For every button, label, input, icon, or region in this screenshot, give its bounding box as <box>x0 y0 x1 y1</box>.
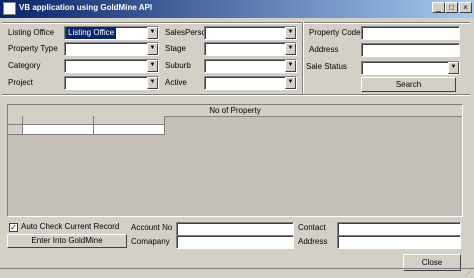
address-filter-input[interactable] <box>361 43 460 57</box>
project-label: Project <box>8 78 33 87</box>
listing-office-value: Listing Office <box>66 27 117 39</box>
dropdown-arrow-icon[interactable]: ▼ <box>147 77 158 89</box>
property-type-label: Property Type <box>8 44 58 53</box>
grid-corner-cell[interactable] <box>8 116 23 125</box>
sales-person-combo[interactable]: ▼ <box>204 26 297 40</box>
minimize-button[interactable]: _ <box>432 2 445 13</box>
enter-into-goldmine-button[interactable]: Enter Into GoldMine <box>7 234 127 248</box>
close-window-button[interactable]: × <box>459 2 472 13</box>
address-input[interactable] <box>337 235 461 249</box>
search-button[interactable]: Search <box>361 77 456 92</box>
grid-row-header-cell[interactable] <box>8 125 23 135</box>
grid-header-cell[interactable] <box>23 116 94 125</box>
property-grid[interactable]: No of Property <box>7 104 463 217</box>
listing-office-combo[interactable]: Listing Office ▼ <box>64 26 159 40</box>
active-combo[interactable]: ▼ <box>204 76 297 90</box>
maximize-button[interactable]: □ <box>445 2 458 13</box>
filter-bottom-divider <box>2 94 470 96</box>
category-label: Category <box>8 61 41 70</box>
property-type-combo[interactable]: ▼ <box>64 42 159 56</box>
dropdown-arrow-icon[interactable]: ▼ <box>147 60 158 72</box>
address-label: Address <box>298 237 328 246</box>
window-title: VB application using GoldMine API <box>19 3 153 12</box>
company-label: Comapany <box>131 237 170 246</box>
filter-top-divider <box>2 22 470 24</box>
suburb-combo[interactable]: ▼ <box>204 59 297 73</box>
size-grip-icon[interactable]: ⋰ <box>465 269 472 277</box>
property-code-label: Property Code <box>309 28 361 37</box>
suburb-label: Suburb <box>165 61 191 70</box>
property-code-input[interactable] <box>361 26 460 40</box>
auto-check-checkbox[interactable]: ✓ <box>9 223 18 232</box>
grid-data-cell[interactable] <box>23 125 94 135</box>
checkmark-icon: ✓ <box>10 223 17 232</box>
filter-column-divider <box>302 22 304 94</box>
grid-header-cell[interactable] <box>94 116 165 125</box>
grid-data-cell[interactable] <box>94 125 165 135</box>
company-input[interactable] <box>176 235 294 249</box>
contact-label: Contact <box>298 223 326 232</box>
sale-status-combo[interactable]: ▼ <box>361 61 460 75</box>
dropdown-arrow-icon[interactable]: ▼ <box>147 27 158 39</box>
auto-check-label: Auto Check Current Record <box>21 222 120 231</box>
dropdown-arrow-icon[interactable]: ▼ <box>285 27 296 39</box>
dropdown-arrow-icon[interactable]: ▼ <box>285 77 296 89</box>
stage-combo[interactable]: ▼ <box>204 42 297 56</box>
dropdown-arrow-icon[interactable]: ▼ <box>285 43 296 55</box>
app-icon[interactable] <box>3 2 16 15</box>
contact-input[interactable] <box>337 222 461 236</box>
status-bar: ⋰ <box>0 268 474 278</box>
address-filter-label: Address <box>309 45 339 54</box>
listing-office-label: Listing Office <box>8 28 55 37</box>
account-no-label: Account No <box>131 223 173 232</box>
category-combo[interactable]: ▼ <box>64 59 159 73</box>
active-label: Active <box>165 78 187 87</box>
stage-label: Stage <box>165 44 186 53</box>
dropdown-arrow-icon[interactable]: ▼ <box>147 43 158 55</box>
account-no-input[interactable] <box>176 222 294 236</box>
dropdown-arrow-icon[interactable]: ▼ <box>285 60 296 72</box>
project-combo[interactable]: ▼ <box>64 76 159 90</box>
dropdown-arrow-icon[interactable]: ▼ <box>448 62 459 74</box>
sale-status-label: Sale Status <box>306 62 347 71</box>
